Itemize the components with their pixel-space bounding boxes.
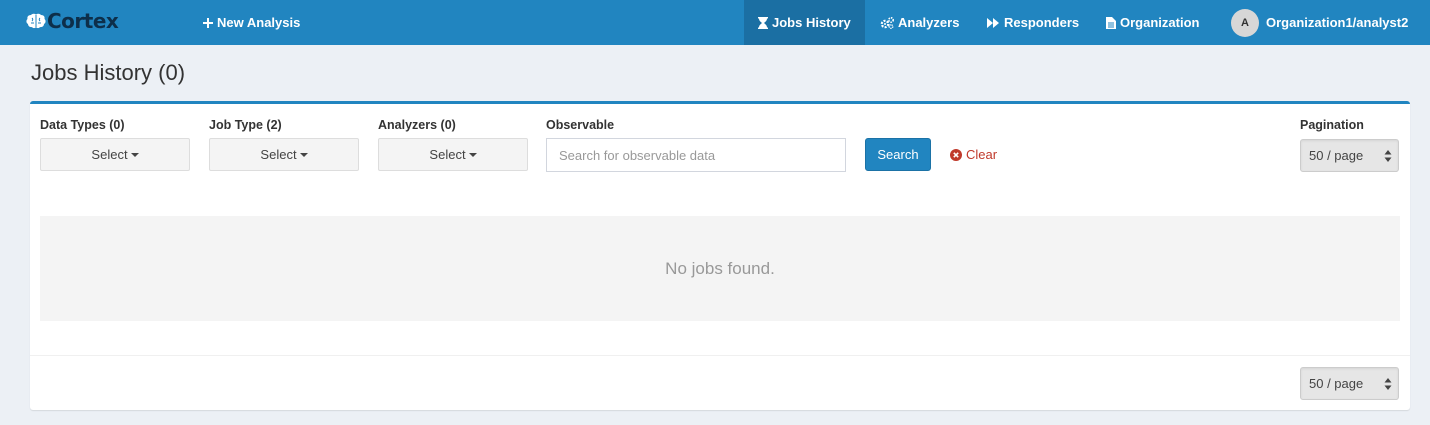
fast-forward-icon <box>987 17 999 28</box>
nav-responders[interactable]: Responders <box>987 0 1079 45</box>
pagination-select[interactable]: 50 / page <box>1300 139 1399 172</box>
analyzers-dropdown-label: Select <box>429 147 466 162</box>
observable-label: Observable <box>546 118 615 132</box>
caret-down-icon <box>299 152 308 157</box>
select-arrows-icon <box>1384 150 1392 162</box>
empty-results: No jobs found. <box>40 216 1400 321</box>
pagination-select-value: 50 / page <box>1309 148 1364 163</box>
data-types-dropdown[interactable]: Select <box>40 138 190 171</box>
job-type-dropdown-label: Select <box>260 147 297 162</box>
user-menu[interactable]: A Organization1/analyst2 <box>1231 0 1408 45</box>
nav-organization[interactable]: Organization <box>1106 0 1199 45</box>
jobs-panel: Data Types (0) Select Job Type (2) Selec… <box>30 101 1410 410</box>
brand-logo[interactable]: Cortex <box>26 9 119 33</box>
analyzers-label: Analyzers (0) <box>378 118 456 132</box>
analyzers-dropdown[interactable]: Select <box>378 138 528 171</box>
document-icon <box>1106 16 1116 29</box>
nav-analyzers-label: Analyzers <box>898 15 960 30</box>
page-title: Jobs History (0) <box>31 60 186 85</box>
avatar: A <box>1231 8 1259 37</box>
clear-button[interactable]: Clear <box>950 147 997 162</box>
clear-label: Clear <box>966 147 998 162</box>
times-circle-icon <box>950 148 962 161</box>
footer-pagination-select[interactable]: 50 / page <box>1300 367 1399 400</box>
nav-new-analysis[interactable]: New Analysis <box>203 0 300 45</box>
nav-analyzers[interactable]: Analyzers <box>880 0 959 45</box>
job-type-label: Job Type (2) <box>209 118 282 132</box>
caret-down-icon <box>130 152 139 157</box>
caret-down-icon <box>468 152 477 157</box>
data-types-label: Data Types (0) <box>40 118 125 132</box>
nav-jobs-history[interactable]: Jobs History <box>744 0 865 45</box>
cogs-icon <box>880 16 894 29</box>
observable-search-input[interactable] <box>546 138 846 172</box>
brain-icon <box>26 13 46 29</box>
plus-icon <box>203 17 213 28</box>
hourglass-icon <box>758 16 768 29</box>
user-name: Organization1/analyst2 <box>1266 15 1409 30</box>
pagination-label: Pagination <box>1300 118 1364 132</box>
nav-organization-label: Organization <box>1120 15 1200 30</box>
nav-new-analysis-label: New Analysis <box>217 15 301 30</box>
data-types-dropdown-label: Select <box>91 147 128 162</box>
nav-responders-label: Responders <box>1004 15 1080 30</box>
select-arrows-icon <box>1384 378 1392 390</box>
search-button[interactable]: Search <box>865 138 931 171</box>
top-navbar: Cortex New Analysis Jobs History Analyze… <box>0 0 1430 45</box>
job-type-dropdown[interactable]: Select <box>209 138 359 171</box>
footer-pagination-value: 50 / page <box>1309 376 1364 391</box>
nav-jobs-history-label: Jobs History <box>772 15 851 30</box>
divider <box>30 355 1410 356</box>
brand-name: Cortex <box>47 9 119 33</box>
